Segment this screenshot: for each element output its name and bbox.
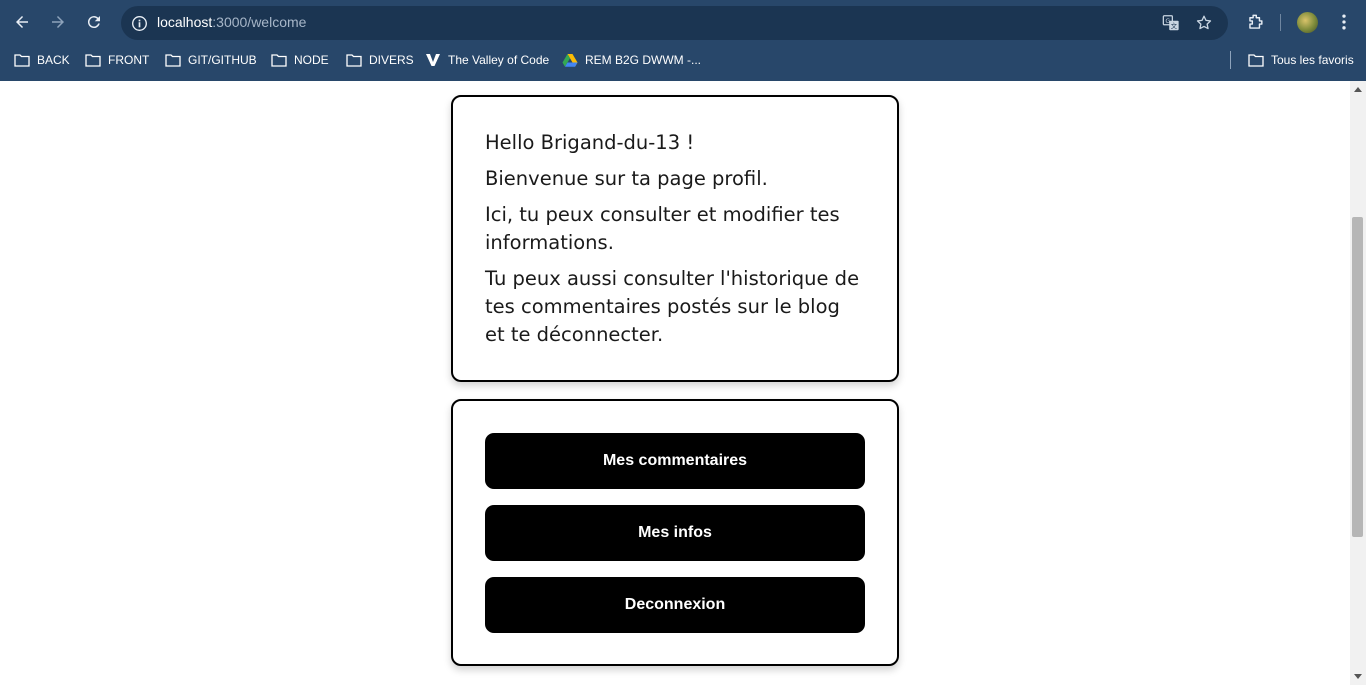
bookmark-label: Tous les favoris	[1271, 53, 1354, 67]
bookmark-star-icon[interactable]	[1194, 13, 1214, 33]
bookmark-label: The Valley of Code	[448, 53, 550, 67]
folder-icon	[271, 54, 287, 67]
scroll-down-arrow-icon[interactable]	[1354, 674, 1362, 679]
svg-text:G: G	[1165, 18, 1170, 25]
bookmarks-bar: BACK FRONT GIT/GITHUB NODE DIVERS The Va…	[0, 45, 1366, 75]
my-infos-button[interactable]: Mes infos	[485, 505, 865, 561]
folder-icon	[165, 54, 181, 67]
bookmark-back[interactable]: BACK	[14, 51, 70, 69]
welcome-text: Bienvenue sur ta page profil.	[485, 167, 768, 190]
translate-icon[interactable]: 文G	[1161, 13, 1181, 33]
history-text: Tu peux aussi consulter l'historique de …	[485, 267, 860, 346]
profile-actions-card: Mes commentaires Mes infos Deconnexion	[451, 399, 899, 666]
extensions-icon[interactable]	[1243, 10, 1267, 34]
my-comments-button[interactable]: Mes commentaires	[485, 433, 865, 489]
svg-text:文: 文	[1171, 21, 1178, 30]
bookmark-label: NODE	[294, 53, 329, 67]
url-text[interactable]: localhost:3000/welcome	[157, 14, 306, 30]
url-path: :3000/welcome	[212, 14, 307, 30]
reload-icon	[87, 16, 100, 29]
scroll-up-arrow-icon[interactable]	[1354, 87, 1362, 92]
bookmark-label: BACK	[37, 53, 70, 67]
folder-icon	[85, 54, 101, 67]
logout-button[interactable]: Deconnexion	[485, 577, 865, 633]
greeting-text: Hello Brigand-du-13 !	[485, 131, 695, 154]
google-drive-icon	[562, 54, 578, 67]
bookmark-front[interactable]: FRONT	[85, 51, 149, 69]
arrow-right-icon	[52, 16, 64, 28]
more-menu-icon[interactable]	[1332, 10, 1356, 34]
folder-icon	[346, 54, 362, 67]
folder-icon	[1248, 54, 1264, 67]
arrow-left-icon	[16, 16, 28, 28]
valley-logo-icon	[426, 54, 440, 66]
browser-toolbar: localhost:3000/welcome 文G	[0, 0, 1366, 45]
bookmark-valley-of-code[interactable]: The Valley of Code	[425, 51, 549, 69]
profile-avatar[interactable]	[1297, 12, 1318, 33]
info-text: Ici, tu peux consulter et modifier tes i…	[485, 203, 840, 254]
bookmark-git-github[interactable]: GIT/GITHUB	[165, 51, 257, 69]
back-button[interactable]	[9, 9, 35, 35]
bookmark-all-favorites[interactable]: Tous les favoris	[1248, 51, 1354, 69]
toolbar-separator	[1280, 14, 1281, 31]
bookmark-label: GIT/GITHUB	[188, 53, 257, 67]
bookmarks-separator	[1230, 51, 1231, 69]
page-scrollbar[interactable]	[1350, 81, 1366, 685]
scrollbar-thumb[interactable]	[1352, 217, 1363, 537]
bookmark-divers[interactable]: DIVERS	[346, 51, 414, 69]
address-bar[interactable]: localhost:3000/welcome 文G	[121, 6, 1228, 40]
browser-chrome: localhost:3000/welcome 文G BACK FRONT GIT…	[0, 0, 1366, 81]
folder-icon	[14, 54, 30, 67]
page-viewport: Hello Brigand-du-13 ! Bienvenue sur ta p…	[0, 81, 1350, 685]
bookmark-label: DIVERS	[369, 53, 414, 67]
bookmark-label: REM B2G DWWM -...	[585, 53, 701, 67]
url-host: localhost	[157, 14, 213, 30]
bookmark-label: FRONT	[108, 53, 150, 67]
bookmark-rem-b2g[interactable]: REM B2G DWWM -...	[562, 51, 701, 69]
forward-button[interactable]	[45, 9, 71, 35]
site-info-icon[interactable]	[129, 13, 149, 33]
bookmark-node[interactable]: NODE	[271, 51, 329, 69]
reload-button[interactable]	[81, 9, 107, 35]
profile-welcome-card: Hello Brigand-du-13 ! Bienvenue sur ta p…	[451, 95, 899, 382]
